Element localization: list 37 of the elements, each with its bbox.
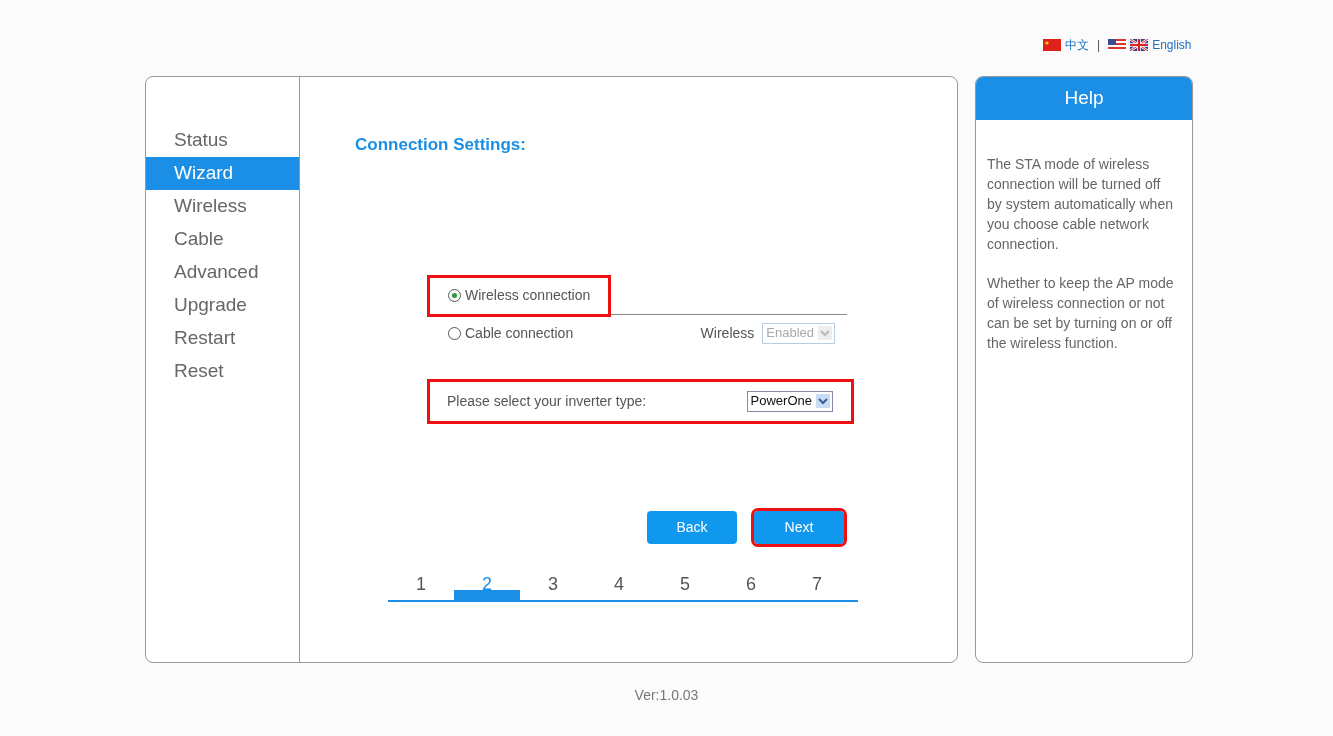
sidebar-item[interactable]: Advanced xyxy=(146,256,299,289)
radio-option[interactable]: Cable connection xyxy=(448,322,574,344)
sidebar-item[interactable]: Restart xyxy=(146,322,299,355)
flag-icon xyxy=(1108,39,1127,51)
inverter-label: Please select your inverter type: xyxy=(447,391,647,411)
step-tab[interactable]: 1 xyxy=(388,567,454,600)
sidebar-item[interactable]: Wireless xyxy=(146,190,299,223)
select-label: Wireless xyxy=(700,323,755,343)
language-link[interactable]: 中文 xyxy=(1065,36,1089,54)
help-title: Help xyxy=(976,77,1192,120)
help-text: The STA mode of wireless connection will be turned off by system automatically when you choose cable network connection. xyxy=(987,155,1174,254)
language-link[interactable]: English xyxy=(1152,36,1192,54)
radio-label: Cable connection xyxy=(465,323,574,343)
step-tab[interactable]: 6 xyxy=(718,567,784,600)
wizard-button[interactable]: Next xyxy=(754,510,844,544)
sidebar-item[interactable]: Status xyxy=(146,124,299,157)
separator: | xyxy=(1097,37,1101,54)
sidebar-item[interactable]: Wizard xyxy=(146,157,299,190)
wizard-button[interactable]: Back xyxy=(647,510,737,544)
step-tab[interactable]: 7 xyxy=(784,567,850,600)
sidebar-item[interactable]: Reset xyxy=(146,355,299,388)
step-tab[interactable]: 5 xyxy=(652,567,718,600)
step-tab[interactable]: 3 xyxy=(520,567,586,600)
step-tab[interactable]: 2 xyxy=(454,567,520,600)
step-tab[interactable]: 4 xyxy=(586,567,652,600)
flag-icon xyxy=(1043,39,1061,51)
caret-icon xyxy=(818,326,832,340)
caret-icon xyxy=(816,394,830,408)
help-text: Whether to keep the AP mode of wireless connection or not can be set by turning on or off the wireless function. xyxy=(987,274,1175,353)
section-heading: Connection Settings: xyxy=(355,134,527,156)
sidebar-item[interactable]: Upgrade xyxy=(146,289,299,322)
flag-icon xyxy=(1130,39,1149,51)
version-text: Ver:1.0.03 xyxy=(634,686,699,705)
radio-label: Wireless connection xyxy=(465,286,591,305)
sidebar-item[interactable]: Cable xyxy=(146,223,299,256)
radio-option[interactable]: Wireless connection xyxy=(430,277,609,314)
inverter-select[interactable]: PowerOne xyxy=(746,390,833,412)
